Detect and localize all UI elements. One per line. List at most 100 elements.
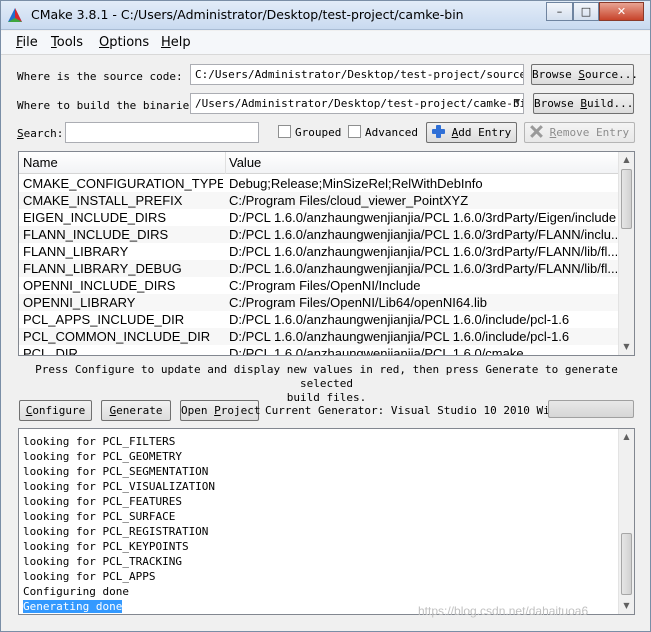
- grouped-label: Grouped: [295, 126, 342, 139]
- entry-name: FLANN_INCLUDE_DIRS: [23, 227, 169, 242]
- instructions-text: Press Configure to update and display ne…: [35, 363, 618, 404]
- cmake-window: CMake 3.8.1 - C:/Users/Administrator/Des…: [0, 0, 651, 632]
- entry-name: PCL_COMMON_INCLUDE_DIR: [23, 329, 211, 344]
- log-line: looking for PCL_FEATURES: [23, 495, 182, 508]
- column-divider[interactable]: [225, 152, 226, 174]
- table-row[interactable]: EIGEN_INCLUDE_DIRS D:/PCL 1.6.0/anzhaungw…: [19, 209, 619, 226]
- entry-value[interactable]: D:/PCL 1.6.0/anzhaungwenjianjia/PCL 1.6.…: [229, 261, 617, 276]
- current-generator-label: Current Generator: Visual Studio 10 2010…: [265, 404, 570, 417]
- entry-value[interactable]: D:/PCL 1.6.0/anzhaungwenjianjia/PCL 1.6.…: [229, 329, 617, 344]
- advanced-checkbox[interactable]: [348, 125, 361, 138]
- entry-value[interactable]: D:/PCL 1.6.0/anzhaungwenjianjia/PCL 1.6.…: [229, 312, 617, 327]
- search-input[interactable]: [65, 122, 259, 143]
- column-header-name[interactable]: Name: [23, 155, 58, 170]
- entry-value[interactable]: Debug;Release;MinSizeRel;RelWithDebInfo: [229, 176, 617, 191]
- source-path-input[interactable]: C:/Users/Administrator/Desktop/test-proj…: [190, 64, 524, 85]
- generate-button[interactable]: Generate: [101, 400, 171, 421]
- entry-value[interactable]: D:/PCL 1.6.0/anzhaungwenjianjia/PCL 1.6.…: [229, 244, 617, 259]
- entry-value[interactable]: D:/PCL 1.6.0/anzhaungwenjianjia/PCL 1.6.…: [229, 227, 617, 242]
- entry-name: OPENNI_INCLUDE_DIRS: [23, 278, 176, 293]
- remove-icon: [530, 125, 543, 138]
- entry-value[interactable]: C:/Program Files/OpenNI/Include: [229, 278, 617, 293]
- log-line: looking for PCL_REGISTRATION: [23, 525, 209, 538]
- table-row[interactable]: CMAKE_CONFIGURATION_TYPES Debug;Release;M…: [19, 175, 619, 192]
- browse-build-button[interactable]: Browse Build...: [533, 93, 634, 114]
- log-line: looking for PCL_GEOMETRY: [23, 450, 182, 463]
- table-scrollbar[interactable]: ▲ ▼: [618, 152, 634, 355]
- scroll-down-icon[interactable]: ▼: [619, 339, 634, 355]
- table-header: Name Value: [19, 152, 619, 174]
- chevron-down-icon[interactable]: ▼: [515, 97, 520, 107]
- scroll-up-icon[interactable]: ▲: [619, 152, 634, 168]
- log-line: looking for PCL_FILTERS: [23, 435, 176, 448]
- close-button[interactable]: ✕: [599, 2, 644, 21]
- output-log[interactable]: looking for PCL_FILTERSlooking for PCL_G…: [18, 428, 635, 615]
- table-body: CMAKE_CONFIGURATION_TYPES Debug;Release;M…: [19, 175, 619, 355]
- log-line: looking for PCL_SEGMENTATION: [23, 465, 209, 478]
- progress-bar: [548, 400, 634, 418]
- add-entry-button[interactable]: Add Entry: [426, 122, 517, 143]
- entry-value[interactable]: D:/PCL 1.6.0/anzhaungwenjianjia/PCL 1.6.…: [229, 210, 617, 225]
- log-line: looking for PCL_KEYPOINTS: [23, 540, 189, 553]
- table-row[interactable]: FLANN_LIBRARY D:/PCL 1.6.0/anzhaungwenjia…: [19, 243, 619, 260]
- menu-bar: File Tools Options Help: [1, 31, 650, 55]
- table-row[interactable]: PCL_APPS_INCLUDE_DIR D:/PCL 1.6.0/anzhaun…: [19, 311, 619, 328]
- entry-name: PCL_APPS_INCLUDE_DIR: [23, 312, 185, 327]
- watermark-text: https://blog.csdn.net/dahaituoa6: [418, 604, 589, 618]
- entry-name: FLANN_LIBRARY: [23, 244, 129, 259]
- menu-help[interactable]: Help: [161, 35, 191, 50]
- menu-options[interactable]: Options: [99, 35, 149, 50]
- entry-value[interactable]: D:/PCL 1.6.0/anzhaungwenjianjia/PCL 1.6.…: [229, 346, 617, 355]
- cmake-logo-icon: [8, 8, 22, 22]
- build-path-value: /Users/Administrator/Desktop/test-projec…: [195, 97, 524, 110]
- table-row[interactable]: FLANN_INCLUDE_DIRS D:/PCL 1.6.0/anzhaungw…: [19, 226, 619, 243]
- search-label: Search:: [17, 127, 64, 140]
- advanced-label: Advanced: [365, 126, 418, 139]
- close-icon: ✕: [616, 5, 627, 18]
- menu-tools[interactable]: Tools: [51, 35, 83, 50]
- minimize-button[interactable]: –: [546, 2, 573, 21]
- table-scroll-thumb[interactable]: [621, 169, 632, 229]
- log-line: looking for PCL_APPS: [23, 570, 156, 583]
- plus-icon: [432, 125, 445, 138]
- scroll-up-icon[interactable]: ▲: [619, 429, 634, 445]
- table-row[interactable]: FLANN_LIBRARY_DEBUG D:/PCL 1.6.0/anzhaung…: [19, 260, 619, 277]
- table-row[interactable]: PCL_DIR D:/PCL 1.6.0/anzhaungwenjianjia/P…: [19, 345, 619, 355]
- configure-button[interactable]: Configure: [19, 400, 92, 421]
- open-project-button[interactable]: Open Project: [180, 400, 261, 421]
- browse-source-button[interactable]: Browse Source...: [531, 64, 638, 85]
- table-row[interactable]: OPENNI_INCLUDE_DIRS C:/Program Files/Open…: [19, 277, 619, 294]
- output-scrollbar[interactable]: ▲ ▼: [618, 429, 634, 614]
- log-line: Configuring done: [23, 585, 129, 598]
- table-row[interactable]: OPENNI_LIBRARY C:/Program Files/OpenNI/Li…: [19, 294, 619, 311]
- build-label: Where to build the binaries:: [17, 99, 203, 112]
- entry-name: PCL_DIR: [23, 346, 78, 355]
- entry-value[interactable]: C:/Program Files/cloud_viewer_PointXYZ: [229, 193, 617, 208]
- maximize-button[interactable]: □: [573, 2, 599, 21]
- entry-name: EIGEN_INCLUDE_DIRS: [23, 210, 167, 225]
- log-line: looking for PCL_TRACKING: [23, 555, 182, 568]
- grouped-checkbox[interactable]: [278, 125, 291, 138]
- table-row[interactable]: CMAKE_INSTALL_PREFIX C:/Program Files/clo…: [19, 192, 619, 209]
- menu-file[interactable]: File: [16, 35, 38, 50]
- maximize-icon: □: [580, 5, 592, 18]
- build-path-combo[interactable]: /Users/Administrator/Desktop/test-projec…: [190, 93, 524, 114]
- entry-name: CMAKE_CONFIGURATION_TYPES: [23, 176, 223, 191]
- entry-name: CMAKE_INSTALL_PREFIX: [23, 193, 183, 208]
- cache-table: Name Value CMAKE_CONFIGURATION_TYPES Debu…: [18, 151, 635, 356]
- log-line: looking for PCL_VISUALIZATION: [23, 480, 216, 493]
- source-label: Where is the source code:: [17, 70, 183, 83]
- title-bar[interactable]: CMake 3.8.1 - C:/Users/Administrator/Des…: [1, 1, 650, 30]
- entry-name: FLANN_LIBRARY_DEBUG: [23, 261, 182, 276]
- column-header-value[interactable]: Value: [229, 155, 261, 170]
- log-line: looking for PCL_SURFACE: [23, 510, 176, 523]
- minimize-icon: –: [556, 5, 563, 18]
- output-scroll-thumb[interactable]: [621, 533, 632, 595]
- entry-name: OPENNI_LIBRARY: [23, 295, 136, 310]
- scroll-down-icon[interactable]: ▼: [619, 598, 634, 614]
- remove-entry-button[interactable]: Remove Entry: [524, 122, 635, 143]
- window-title: CMake 3.8.1 - C:/Users/Administrator/Des…: [31, 7, 464, 22]
- table-row[interactable]: PCL_COMMON_INCLUDE_DIR D:/PCL 1.6.0/anzha…: [19, 328, 619, 345]
- entry-value[interactable]: C:/Program Files/OpenNI/Lib64/openNI64.l…: [229, 295, 617, 310]
- output-lines: looking for PCL_FILTERSlooking for PCL_G…: [23, 434, 615, 614]
